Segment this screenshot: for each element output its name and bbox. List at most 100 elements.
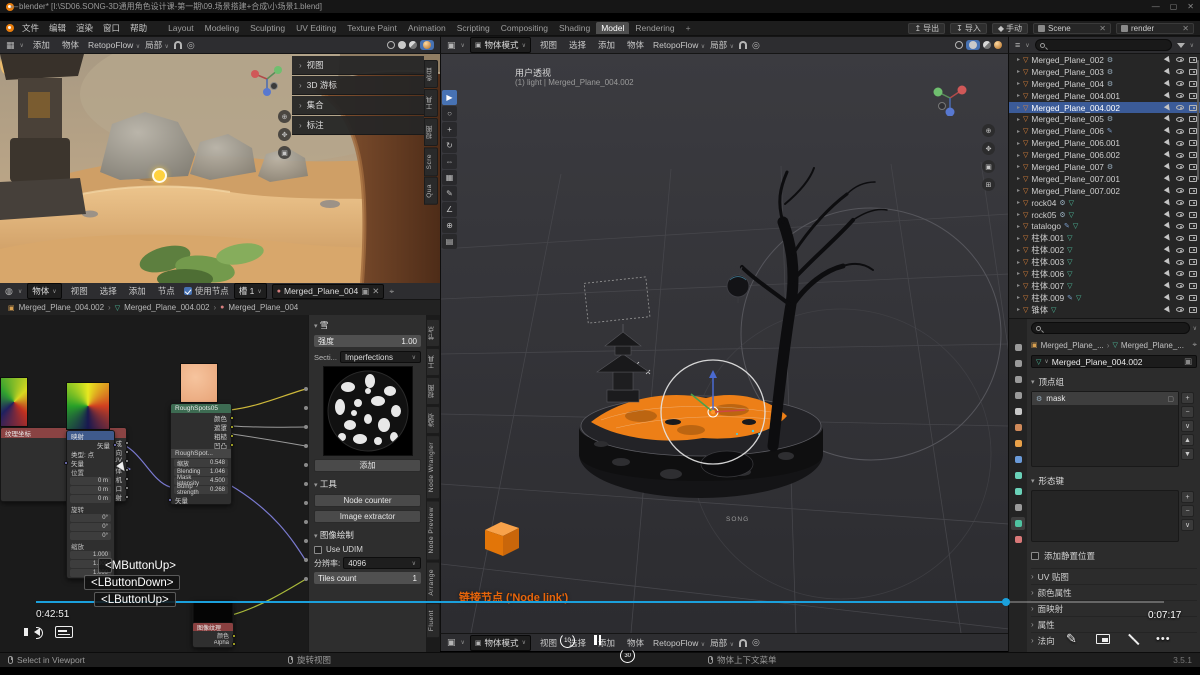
mapping-value-field[interactable]: 0° <box>70 532 111 540</box>
expand-icon[interactable]: ▸ <box>1017 56 1020 63</box>
render-toggle-icon[interactable] <box>1189 140 1197 146</box>
use-nodes-checkbox[interactable]: 使用节点 <box>184 285 229 297</box>
scene-selector[interactable]: Scene✕ <box>1033 23 1111 34</box>
solid-shading-icon[interactable] <box>969 41 977 49</box>
properties-tab-material[interactable] <box>1011 533 1025 546</box>
shader-type-dropdown[interactable]: 物体∨ <box>27 283 61 299</box>
subtitle-icon[interactable] <box>55 626 73 638</box>
navigation-gizmo[interactable] <box>932 80 968 116</box>
pan-hand-icon[interactable]: ✥ <box>278 128 291 141</box>
shader-editor[interactable]: ◍∨ 物体∨ 视图选择添加节点 使用节点 槽 1∨ ● Merged_Plane… <box>0 283 440 652</box>
properties-tab-object-data[interactable] <box>1011 517 1025 530</box>
outliner-row[interactable]: ▸▽tatalogo✎▽ <box>1009 220 1200 232</box>
snap-magnet-icon[interactable] <box>739 41 747 49</box>
snap-magnet-icon[interactable] <box>174 41 182 49</box>
viewport-menu[interactable]: 物体 <box>623 38 648 52</box>
viewport-menu[interactable]: 选择 <box>565 38 590 52</box>
render-toggle-icon[interactable] <box>1189 307 1197 313</box>
outliner-row[interactable]: ▸▽柱体.003▽ <box>1009 256 1200 268</box>
properties-tab-view-layer[interactable] <box>1011 389 1025 402</box>
properties-section-法向[interactable]: ›法向 <box>1031 632 1197 648</box>
viewport-tool-6[interactable]: ✎ <box>442 186 457 201</box>
roughspots-group-node[interactable]: RoughSpots05 颜色遮罩粗糙凹凸RoughSpot...缩放0.548… <box>170 403 232 505</box>
topbar-menu[interactable]: 编辑 <box>45 21 70 35</box>
outliner-row[interactable]: ▸▽柱体.009✎▽ <box>1009 292 1200 304</box>
expand-icon[interactable]: ▸ <box>1017 163 1020 170</box>
mapping-node[interactable]: 映射 矢量类型: 点矢量位置0 m0 m0 m旋转0°0°0°缩放1.0001.… <box>66 430 115 579</box>
expand-icon[interactable]: ▸ <box>1017 116 1020 123</box>
mapping-value-field[interactable]: 0° <box>70 514 111 522</box>
expand-icon[interactable]: ▸ <box>1017 187 1020 194</box>
wireframe-shading-icon[interactable] <box>387 41 395 49</box>
export-button[interactable]: ↥ 导出 <box>908 23 945 34</box>
orientation-dropdown[interactable]: 局部 ∨ <box>145 39 169 51</box>
vertex-group-item[interactable]: ⚙ mask ▢ <box>1032 392 1178 405</box>
properties-tab-output[interactable] <box>1011 373 1025 386</box>
expand-icon[interactable]: ▸ <box>1017 175 1020 182</box>
render-toggle-icon[interactable] <box>1189 176 1197 182</box>
shader-sidetab-选项[interactable]: 选项 <box>426 406 440 434</box>
axis-gizmo[interactable] <box>250 62 284 96</box>
lock-icon[interactable]: ▢ <box>1167 395 1174 403</box>
outliner-row[interactable]: ▸▽柱体.007▽ <box>1009 280 1200 292</box>
outliner[interactable]: ▸▽Merged_Plane_002⚙▸▽Merged_Plane_003⚙ ▸▽… <box>1008 54 1200 318</box>
mapping-value-field[interactable]: 0 m <box>70 477 111 485</box>
image-paint-section[interactable]: ▾ 图像绘制 <box>314 529 421 541</box>
properties-section-颜色属性[interactable]: ›颜色属性 <box>1031 584 1197 600</box>
wireframe-shading-icon[interactable] <box>955 41 963 49</box>
scene-unlink-icon[interactable]: ✕ <box>1099 24 1106 33</box>
edit-pencil-icon[interactable]: ✎ <box>1066 631 1077 647</box>
grid-toggle-icon[interactable]: ⊞ <box>982 178 995 191</box>
properties-options-icon[interactable]: ∨ <box>1193 325 1197 332</box>
selectable-toggle-icon[interactable] <box>1164 127 1172 135</box>
view-layer-selector[interactable]: render✕ <box>1116 23 1194 34</box>
rest-position-checkbox[interactable]: 添加静置位置 <box>1031 550 1197 562</box>
proportional-edit-icon[interactable]: ◎ <box>752 637 760 648</box>
viewport-tool-8[interactable]: ⊕ <box>442 218 457 233</box>
material-shading-icon[interactable] <box>983 41 991 49</box>
visibility-toggle-icon[interactable] <box>1176 93 1184 98</box>
socket[interactable] <box>113 443 117 447</box>
left-sidetab-视图[interactable]: 视图 <box>424 118 438 146</box>
render-toggle-icon[interactable] <box>1189 164 1197 170</box>
subgroup-header[interactable]: RoughSpot... <box>171 449 231 458</box>
workspace-tab-scripting[interactable]: Scripting <box>452 22 495 34</box>
editor-type-icon[interactable]: ▦ <box>6 40 15 51</box>
vertex-groups-list[interactable]: ⚙ mask ▢ + − ∨ ▲ ▼ <box>1031 391 1179 467</box>
expand-icon[interactable]: ▸ <box>1017 211 1020 218</box>
viewport-menu[interactable]: 视图 <box>536 38 561 52</box>
player-back-icon[interactable]: ← <box>8 0 21 12</box>
mapping-value-field[interactable]: 0 m <box>70 495 111 503</box>
visibility-toggle-icon[interactable] <box>1176 271 1184 276</box>
expand-icon[interactable]: ▸ <box>1017 199 1020 206</box>
rendered-shading-icon[interactable] <box>423 41 431 49</box>
rendered-shading-icon[interactable] <box>994 41 1002 49</box>
orientation-dropdown[interactable]: 局部 ∨ <box>710 39 734 51</box>
breadcrumb-object[interactable]: Merged_Plane_... <box>1041 341 1104 350</box>
properties-tab-scene[interactable] <box>1011 405 1025 418</box>
properties-search-input[interactable] <box>1031 322 1190 334</box>
outliner-filter-icon[interactable]: ≡ <box>1015 40 1020 50</box>
pan-hand-icon[interactable]: ✥ <box>982 142 995 155</box>
viewport-tool-4[interactable]: ⇔ <box>442 154 457 169</box>
workspace-tab-modeling[interactable]: Modeling <box>200 22 245 34</box>
visibility-toggle-icon[interactable] <box>1176 188 1184 193</box>
workspace-tab-texture-paint[interactable]: Texture Paint <box>342 22 402 34</box>
expand-icon[interactable]: ▸ <box>1017 152 1020 159</box>
render-toggle-icon[interactable] <box>1189 283 1197 289</box>
selectable-toggle-icon[interactable] <box>1164 163 1172 171</box>
remove-vertex-group-button[interactable]: − <box>1181 406 1194 418</box>
properties-tab-render[interactable] <box>1011 357 1025 370</box>
player-progress-bar[interactable] <box>36 601 1164 603</box>
expand-icon[interactable]: ▸ <box>1017 247 1020 254</box>
properties-tab-tool[interactable] <box>1011 341 1025 354</box>
outliner-row[interactable]: ▸▽柱体.006▽ <box>1009 268 1200 280</box>
editor-type-icon[interactable]: ▣ <box>447 637 456 648</box>
image-extractor-button[interactable]: Image extractor <box>314 510 421 523</box>
outliner-row[interactable]: ▸▽Merged_Plane_002⚙ <box>1009 54 1200 66</box>
outliner-row[interactable]: ▸▽Merged_Plane_006.001 <box>1009 137 1200 149</box>
render-toggle-icon[interactable] <box>1189 271 1197 277</box>
viewport-tool-1[interactable]: ○ <box>442 106 457 121</box>
expand-icon[interactable]: ▸ <box>1017 270 1020 277</box>
outliner-row[interactable]: ▸▽Merged_Plane_003⚙ <box>1009 66 1200 78</box>
